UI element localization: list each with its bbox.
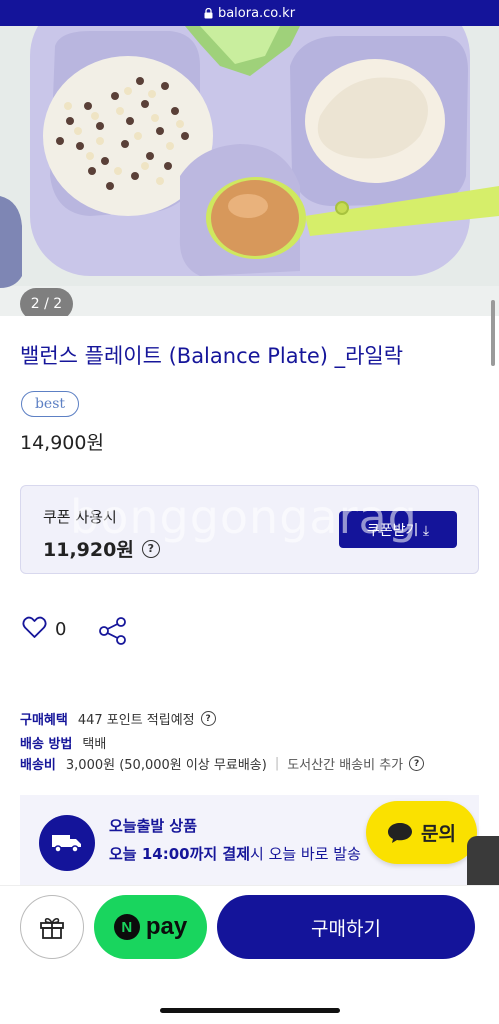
lock-icon — [204, 8, 213, 19]
url-bar[interactable]: balora.co.kr — [0, 0, 499, 26]
inquiry-chat-button[interactable]: 문의 — [366, 801, 477, 864]
help-icon[interactable]: ? — [141, 539, 160, 558]
image-counter: 2 / 2 — [20, 288, 73, 316]
naver-pay-button[interactable]: N pay — [94, 895, 207, 959]
coupon-price: 11,920원 — [43, 539, 134, 561]
divider: | — [274, 756, 280, 771]
home-indicator — [160, 1008, 340, 1013]
help-icon[interactable]: ? — [409, 756, 425, 771]
today-shipping-desc-rest: 시 오늘 바로 발송 — [250, 845, 361, 863]
remote-area-note: 도서산간 배송비 추가 — [287, 758, 404, 773]
shipping-method-value: 택배 — [82, 737, 107, 752]
today-shipping-title: 오늘출발 상품 — [109, 817, 198, 835]
heart-icon — [22, 616, 47, 643]
shipping-method-row: 배송 방법 택배 — [20, 733, 106, 752]
url-text: balora.co.kr — [217, 5, 296, 21]
coupon-label: 쿠폰 사용시 — [43, 508, 117, 526]
coupon-price-row: 11,920원 ? — [43, 535, 160, 562]
benefit-value: 447 포인트 적립예정 — [77, 713, 195, 728]
gift-button[interactable] — [20, 895, 84, 959]
product-price: 14,900원 — [20, 432, 104, 454]
truck-icon — [39, 815, 95, 871]
gift-icon — [40, 917, 64, 939]
share-icon[interactable] — [98, 617, 128, 649]
like-count: 0 — [55, 619, 67, 640]
plate-illustration — [0, 26, 499, 316]
product-title: 밸런스 플레이트 (Balance Plate) _라일락 — [20, 344, 404, 368]
benefit-row: 구매혜택 447 포인트 적립예정 ? — [20, 709, 216, 728]
shipping-method-label: 배송 방법 — [20, 737, 73, 752]
like-button[interactable]: 0 — [22, 616, 66, 643]
best-badge: best — [21, 391, 79, 417]
npay-label: pay — [145, 913, 188, 940]
shipping-fee-value: 3,000원 (50,000원 이상 무료배송) — [65, 758, 267, 773]
help-icon[interactable]: ? — [200, 711, 216, 726]
npay-logo-icon: N — [113, 914, 140, 940]
shipping-fee-row: 배송비 3,000원 (50,000원 이상 무료배송) | 도서산간 배송비 … — [20, 754, 425, 773]
coupon-box: 쿠폰 사용시 11,920원 ? 쿠폰받기 ⤓ — [20, 485, 479, 574]
benefit-label: 구매혜택 — [20, 713, 68, 728]
shipping-fee-label: 배송비 — [20, 758, 56, 773]
bottom-action-bar: N pay 구매하기 — [0, 885, 499, 1024]
buy-button[interactable]: 구매하기 — [217, 895, 475, 959]
inquiry-label: 문의 — [421, 823, 456, 845]
page-scrollbar[interactable] — [491, 300, 495, 366]
download-coupon-button[interactable]: 쿠폰받기 ⤓ — [339, 511, 457, 548]
chat-bubble-icon — [388, 822, 413, 843]
today-shipping-deadline: 오늘 14:00까지 결제 — [109, 845, 250, 863]
product-image[interactable]: 2 / 2 — [0, 26, 499, 316]
